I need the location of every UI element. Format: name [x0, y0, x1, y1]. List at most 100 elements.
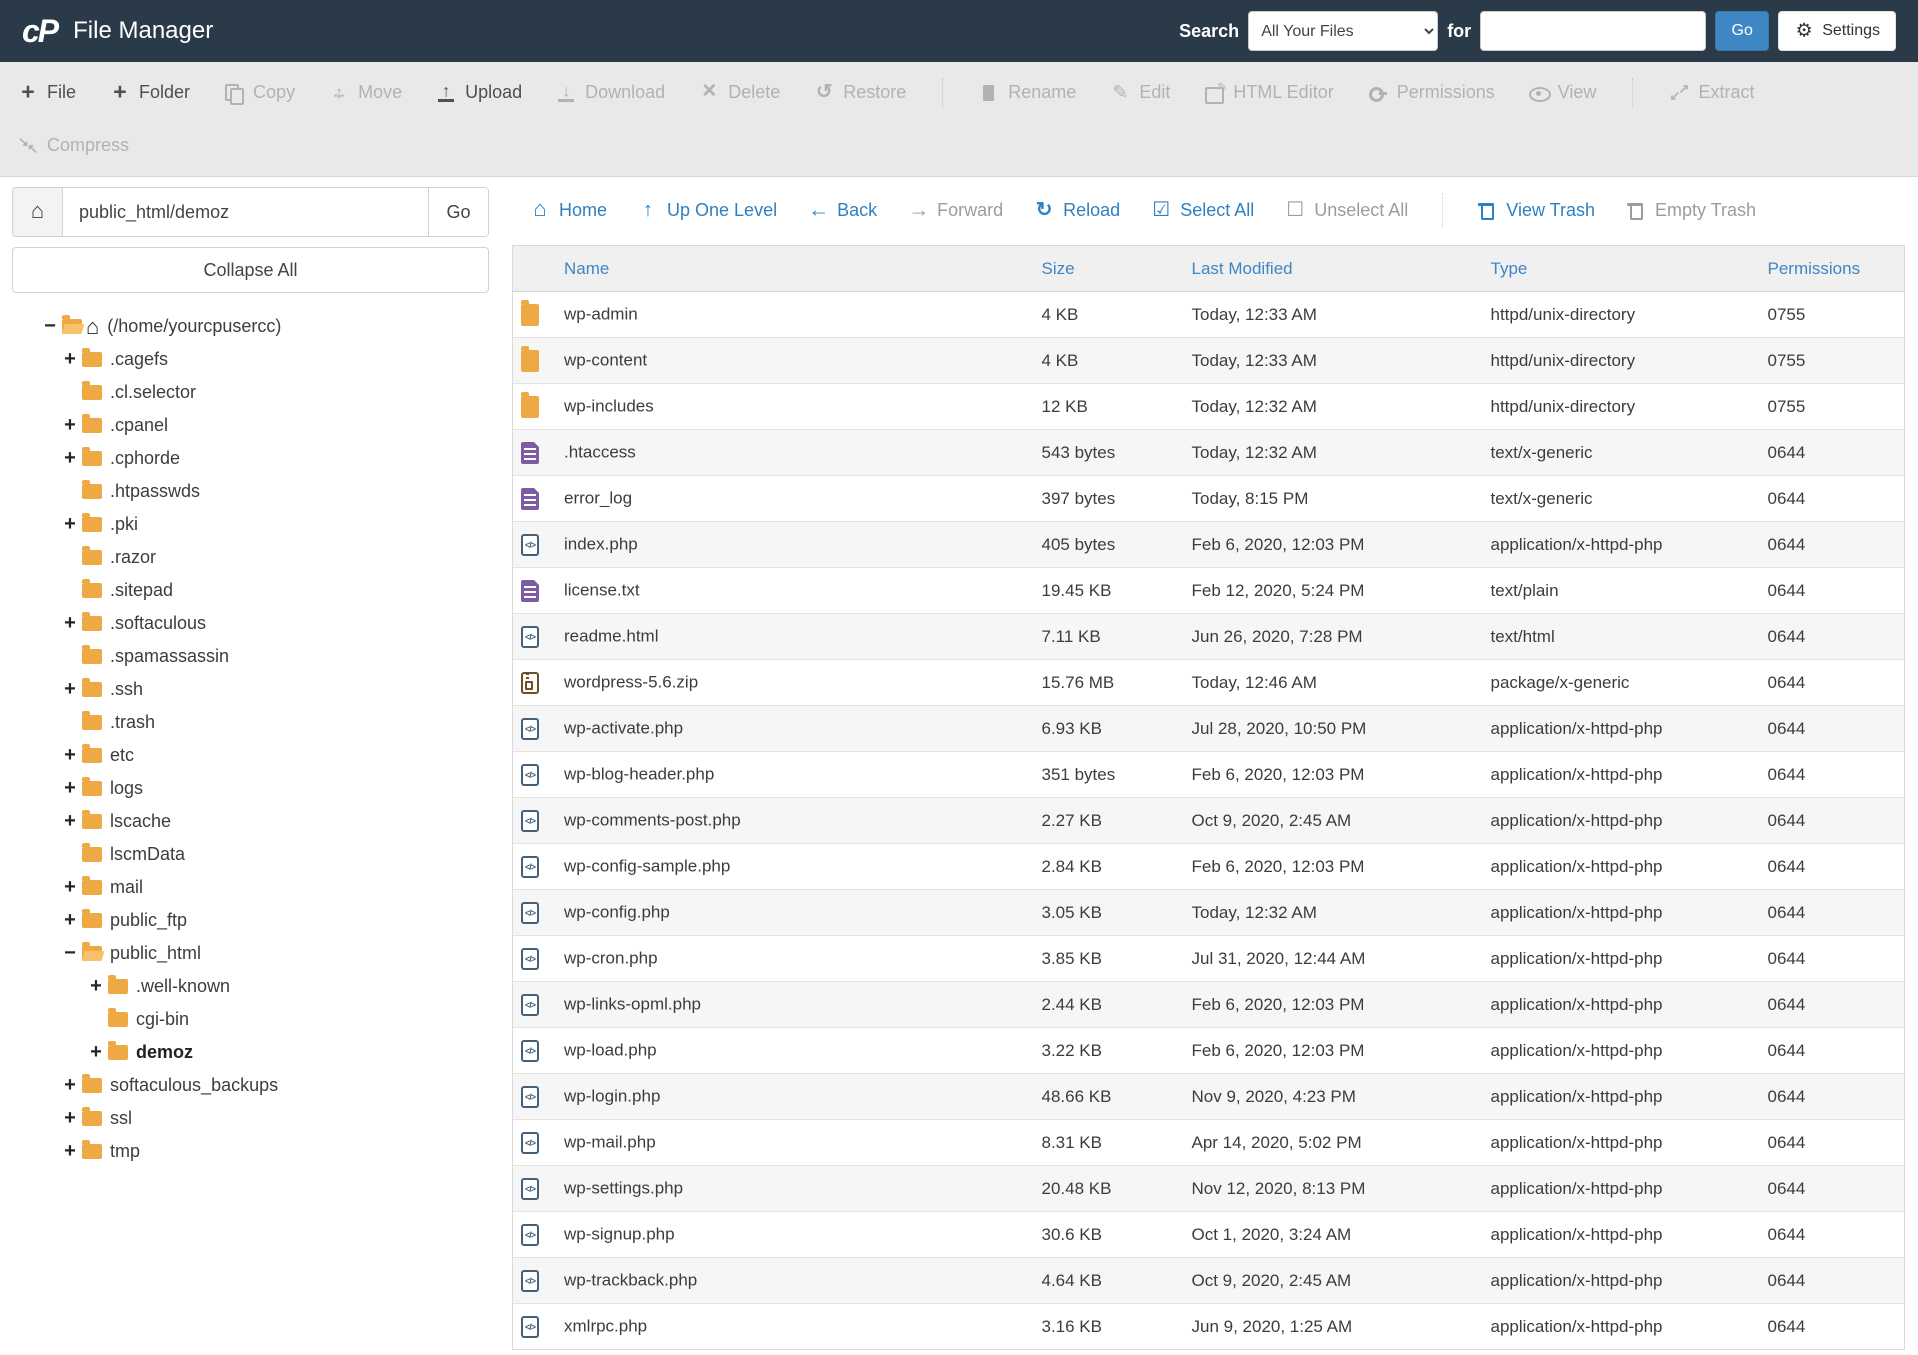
search-go-button[interactable]: Go [1715, 11, 1770, 51]
path-input[interactable] [63, 188, 428, 236]
nav-item-home[interactable]: Home [530, 200, 607, 221]
expander-icon[interactable]: + [60, 678, 80, 701]
code-file-icon [521, 533, 539, 556]
expander-icon[interactable]: + [60, 348, 80, 371]
table-row[interactable]: wp-cron.php 3.85 KB Jul 31, 2020, 12:44 … [512, 935, 1905, 982]
tree-item[interactable]: + .softaculous [12, 607, 489, 640]
table-row[interactable]: wp-admin 4 KB Today, 12:33 AM httpd/unix… [512, 291, 1905, 338]
tree-item[interactable]: .cl.selector [12, 376, 489, 409]
column-header[interactable]: Permissions [1757, 245, 1905, 292]
tree-item[interactable]: .razor [12, 541, 489, 574]
expander-icon[interactable]: + [86, 975, 106, 998]
settings-button[interactable]: Settings [1778, 11, 1896, 51]
nav-item-view-trash[interactable]: View Trash [1477, 200, 1595, 221]
table-row[interactable]: license.txt 19.45 KB Feb 12, 2020, 5:24 … [512, 567, 1905, 614]
tree-item[interactable]: + .cphorde [12, 442, 489, 475]
toolbar-item-upload[interactable]: Upload [436, 82, 522, 103]
table-row[interactable]: wp-login.php 48.66 KB Nov 9, 2020, 4:23 … [512, 1073, 1905, 1120]
expander-icon[interactable]: + [86, 1041, 106, 1064]
nav-item-back[interactable]: Back [808, 200, 877, 221]
file-size: 3.22 KB [1041, 1040, 1103, 1060]
tree-item[interactable]: + ssl [12, 1102, 489, 1135]
tree-item[interactable]: + .ssh [12, 673, 489, 706]
nav-item-select-all[interactable]: Select All [1151, 200, 1254, 221]
expander-icon[interactable]: + [60, 777, 80, 800]
nav-item-reload[interactable]: Reload [1034, 200, 1120, 221]
tree-item[interactable]: + .cagefs [12, 343, 489, 376]
table-row[interactable]: wp-signup.php 30.6 KB Oct 1, 2020, 3:24 … [512, 1211, 1905, 1258]
file-type: text/x-generic [1490, 488, 1593, 508]
expander-icon[interactable]: + [60, 810, 80, 833]
folder-icon [82, 546, 102, 565]
expander-icon[interactable]: − [40, 315, 60, 338]
tree-item[interactable]: .trash [12, 706, 489, 739]
table-row[interactable]: readme.html 7.11 KB Jun 26, 2020, 7:28 P… [512, 613, 1905, 660]
expander-icon[interactable]: + [60, 876, 80, 899]
expander-icon[interactable]: + [60, 447, 80, 470]
table-row[interactable]: index.php 405 bytes Feb 6, 2020, 12:03 P… [512, 521, 1905, 568]
file-name: wp-cron.php [564, 947, 658, 967]
table-row[interactable]: wp-config-sample.php 2.84 KB Feb 6, 2020… [512, 843, 1905, 890]
collapse-all-button[interactable]: Collapse All [12, 247, 489, 293]
search-scope-select[interactable]: All Your Files [1248, 11, 1439, 51]
table-row[interactable]: wp-trackback.php 4.64 KB Oct 9, 2020, 2:… [512, 1257, 1905, 1304]
tree-item[interactable]: − (/home/yourcpusercc) [12, 310, 489, 343]
tree-item[interactable]: + lscache [12, 805, 489, 838]
toolbar-item-folder[interactable]: Folder [110, 82, 190, 103]
table-row[interactable]: wp-mail.php 8.31 KB Apr 14, 2020, 5:02 P… [512, 1119, 1905, 1166]
tree-item[interactable]: + .well-known [12, 970, 489, 1003]
nav-item-up-one-level[interactable]: Up One Level [638, 200, 777, 221]
table-row[interactable]: wp-content 4 KB Today, 12:33 AM httpd/un… [512, 337, 1905, 384]
tree-item[interactable]: .htpasswds [12, 475, 489, 508]
table-row[interactable]: wp-activate.php 6.93 KB Jul 28, 2020, 10… [512, 705, 1905, 752]
tree-item[interactable]: + softaculous_backups [12, 1069, 489, 1102]
home-button[interactable] [13, 188, 63, 236]
table-row[interactable]: wp-blog-header.php 351 bytes Feb 6, 2020… [512, 751, 1905, 798]
table-row[interactable]: wp-comments-post.php 2.27 KB Oct 9, 2020… [512, 797, 1905, 844]
expander-icon[interactable]: + [60, 1074, 80, 1097]
column-header[interactable]: Type [1480, 245, 1758, 292]
expander-icon[interactable]: − [60, 942, 80, 965]
tree-item[interactable]: .sitepad [12, 574, 489, 607]
table-row[interactable]: wordpress-5.6.zip 15.76 MB Today, 12:46 … [512, 659, 1905, 706]
column-header[interactable]: Last Modified [1181, 245, 1481, 292]
tree-item[interactable]: + logs [12, 772, 489, 805]
file-type: httpd/unix-directory [1490, 304, 1636, 324]
tree-item[interactable]: − public_html [12, 937, 489, 970]
toolbar-item-file[interactable]: File [18, 82, 76, 103]
expander-icon[interactable]: + [60, 909, 80, 932]
tree-item[interactable]: cgi-bin [12, 1003, 489, 1036]
column-header[interactable]: Name [512, 245, 1032, 292]
table-row[interactable]: .htaccess 543 bytes Today, 12:32 AM text… [512, 429, 1905, 476]
expander-icon[interactable]: + [60, 1107, 80, 1130]
tree-item[interactable]: + demoz [12, 1036, 489, 1069]
tree-item[interactable]: + public_ftp [12, 904, 489, 937]
toolbar-item-view: View [1528, 82, 1596, 103]
file-modified: Apr 14, 2020, 5:02 PM [1191, 1132, 1362, 1152]
table-row[interactable]: wp-links-opml.php 2.44 KB Feb 6, 2020, 1… [512, 981, 1905, 1028]
table-row[interactable]: xmlrpc.php 3.16 KB Jun 9, 2020, 1:25 AM … [512, 1303, 1905, 1350]
column-header[interactable]: Size [1031, 245, 1182, 292]
tree-item[interactable]: + mail [12, 871, 489, 904]
table-row[interactable]: wp-settings.php 20.48 KB Nov 12, 2020, 8… [512, 1165, 1905, 1212]
tree-item[interactable]: .spamassassin [12, 640, 489, 673]
expander-icon[interactable]: + [60, 1140, 80, 1163]
tree-item[interactable]: + etc [12, 739, 489, 772]
expander-icon[interactable]: + [60, 414, 80, 437]
expander-icon[interactable]: + [60, 744, 80, 767]
move-icon [329, 83, 349, 103]
table-row[interactable]: error_log 397 bytes Today, 8:15 PM text/… [512, 475, 1905, 522]
table-row[interactable]: wp-includes 12 KB Today, 12:32 AM httpd/… [512, 383, 1905, 430]
path-go-button[interactable]: Go [428, 188, 488, 236]
tree-item[interactable]: lscmData [12, 838, 489, 871]
tree-item[interactable]: + .cpanel [12, 409, 489, 442]
search-input[interactable] [1480, 11, 1707, 51]
table-row[interactable]: wp-config.php 3.05 KB Today, 12:32 AM ap… [512, 889, 1905, 936]
expander-icon[interactable]: + [60, 612, 80, 635]
table-row[interactable]: wp-load.php 3.22 KB Feb 6, 2020, 12:03 P… [512, 1027, 1905, 1074]
tree-item[interactable]: + .pki [12, 508, 489, 541]
tree-item[interactable]: + tmp [12, 1135, 489, 1168]
file-type: application/x-httpd-php [1490, 1224, 1663, 1244]
expander-icon[interactable]: + [60, 513, 80, 536]
trash-icon [1626, 200, 1646, 220]
